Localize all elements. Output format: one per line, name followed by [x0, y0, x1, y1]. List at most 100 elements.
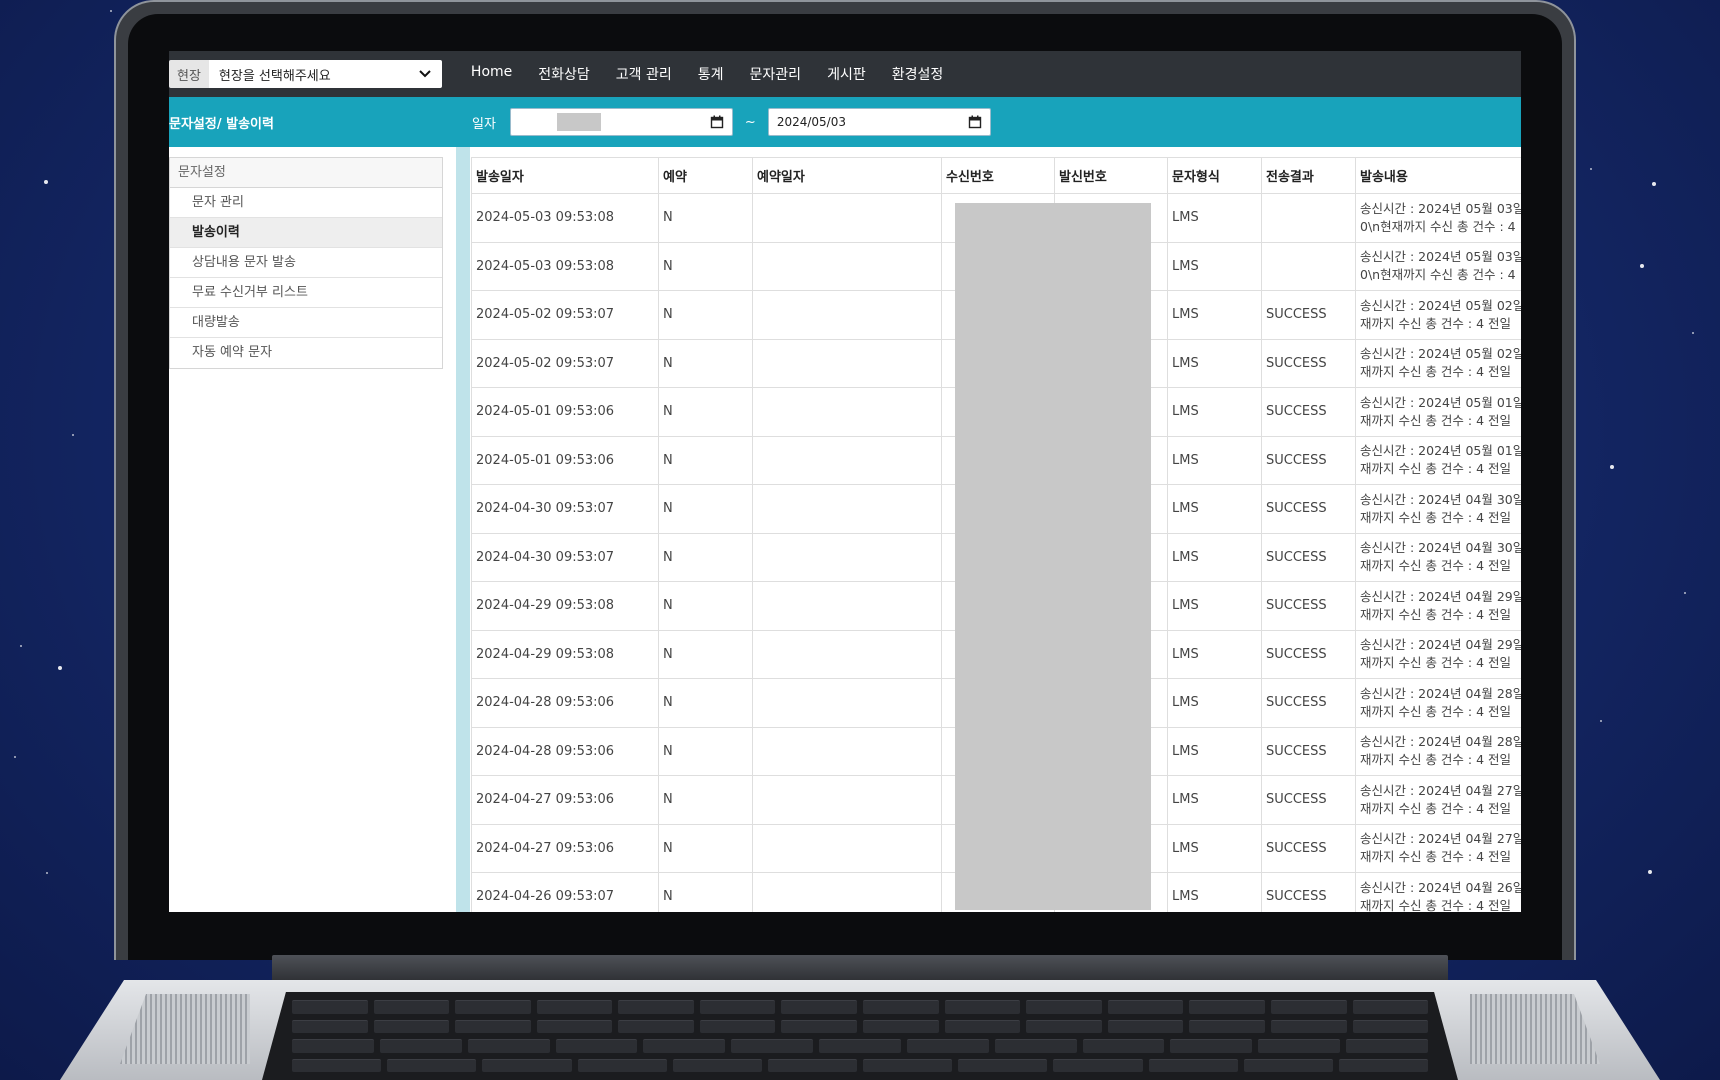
- cell-reserve-date: [752, 338, 942, 388]
- star: [46, 872, 48, 874]
- cell-reserve: N: [658, 484, 753, 534]
- cell-reserve-date: [752, 387, 942, 437]
- nav-board[interactable]: 게시판: [827, 64, 866, 84]
- nav-statistics[interactable]: 통계: [698, 64, 724, 84]
- column-header[interactable]: 발송내용: [1355, 157, 1521, 194]
- cell-send-date: 2024-05-02 09:53:07: [471, 290, 659, 340]
- top-navigation-bar: 현장 현장을 선택해주세요 Home 전화상담 고객 관리 통계 문자관리 게시…: [169, 51, 1521, 97]
- sidebar-item-send-history[interactable]: 발송이력: [170, 218, 442, 248]
- column-header[interactable]: 문자형식: [1167, 157, 1262, 194]
- star: [14, 756, 16, 758]
- sidebar: 문자설정 문자 관리 발송이력 상담내용 문자 발송 무료 수신거부 리스트 대…: [169, 147, 456, 912]
- message-line: 재까지 수신 총 건수 : 4 전일: [1360, 461, 1512, 477]
- cell-send-result: [1261, 193, 1356, 243]
- cell-message-content: 송신시간 : 2024년 04월 28일 재까지 수신 총 건수 : 4 전일: [1355, 678, 1521, 728]
- cell-send-date: 2024-05-03 09:53:08: [471, 193, 659, 243]
- cell-reserve: N: [658, 775, 753, 825]
- message-line: 송신시간 : 2024년 04월 27일: [1360, 782, 1521, 798]
- cell-message-content: 송신시간 : 2024년 05월 03일 0\n현재까지 수신 총 건수 : 4: [1355, 193, 1521, 243]
- cell-message-type: LMS: [1167, 435, 1262, 485]
- nav-sms-management[interactable]: 문자관리: [750, 64, 802, 84]
- cell-reserve: N: [658, 581, 753, 631]
- cell-reserve: N: [658, 387, 753, 437]
- date-to-value: 2024/05/03: [776, 115, 846, 129]
- cell-message-type: LMS: [1167, 338, 1262, 388]
- star: [20, 645, 22, 647]
- redacted-date: [556, 113, 601, 131]
- calendar-icon[interactable]: [968, 115, 982, 129]
- cell-send-date: 2024-05-01 09:53:06: [471, 435, 659, 485]
- star: [1652, 182, 1656, 186]
- filter-bar: 문자설정/ 발송이력 일자 ~ 2024/05/03: [169, 97, 1521, 147]
- panel-divider: [456, 147, 470, 912]
- nav-settings[interactable]: 환경설정: [892, 64, 944, 84]
- message-line: 재까지 수신 총 건수 : 4 전일: [1360, 606, 1512, 622]
- cell-send-result: SUCCESS: [1261, 338, 1356, 388]
- cell-send-date: 2024-04-28 09:53:06: [471, 678, 659, 728]
- message-line: 송신시간 : 2024년 04월 26일: [1360, 879, 1521, 895]
- site-select-value: 현장을 선택해주세요: [218, 68, 331, 84]
- cell-message-type: LMS: [1167, 532, 1262, 582]
- column-header[interactable]: 수신번호: [941, 157, 1055, 194]
- nav-customer-management[interactable]: 고객 관리: [616, 64, 672, 84]
- message-line: 재까지 수신 총 건수 : 4 전일: [1360, 558, 1512, 574]
- column-header[interactable]: 예약일자: [752, 157, 942, 194]
- column-header[interactable]: 예약: [658, 157, 753, 194]
- cell-reserve-date: [752, 775, 942, 825]
- cell-message-content: 송신시간 : 2024년 05월 02일 재까지 수신 총 건수 : 4 전일: [1355, 290, 1521, 340]
- cell-send-result: SUCCESS: [1261, 290, 1356, 340]
- cell-message-type: LMS: [1167, 387, 1262, 437]
- date-from-input[interactable]: [509, 108, 733, 136]
- message-line: 재까지 수신 총 건수 : 4 전일: [1360, 752, 1512, 768]
- sidebar-header: 문자설정: [170, 158, 442, 188]
- cell-message-type: LMS: [1167, 872, 1262, 912]
- cell-reserve: N: [658, 290, 753, 340]
- cell-message-type: LMS: [1167, 678, 1262, 728]
- calendar-icon[interactable]: [710, 115, 724, 129]
- breadcrumb: 문자설정/ 발송이력: [169, 116, 274, 132]
- keyboard: [262, 992, 1458, 1080]
- cell-send-date: 2024-05-03 09:53:08: [471, 241, 659, 291]
- date-to-input[interactable]: 2024/05/03: [767, 108, 991, 136]
- star: [1648, 870, 1652, 874]
- cell-reserve: N: [658, 435, 753, 485]
- star: [110, 10, 112, 12]
- nav-phone-consult[interactable]: 전화상담: [538, 64, 590, 84]
- message-line: 재까지 수신 총 건수 : 4 전일: [1360, 655, 1512, 671]
- cell-send-date: 2024-04-28 09:53:06: [471, 726, 659, 776]
- cell-send-result: SUCCESS: [1261, 581, 1356, 631]
- cell-send-result: SUCCESS: [1261, 678, 1356, 728]
- cell-send-result: SUCCESS: [1261, 387, 1356, 437]
- cell-send-result: SUCCESS: [1261, 775, 1356, 825]
- cell-reserve-date: [752, 581, 942, 631]
- column-header[interactable]: 발신번호: [1054, 157, 1168, 194]
- cell-send-date: 2024-05-02 09:53:07: [471, 338, 659, 388]
- message-line: 송신시간 : 2024년 05월 03일: [1360, 200, 1521, 216]
- cell-send-date: 2024-04-29 09:53:08: [471, 581, 659, 631]
- site-select[interactable]: 현장을 선택해주세요: [208, 60, 442, 88]
- nav-home[interactable]: Home: [471, 64, 512, 84]
- sidebar-item-bulk-send[interactable]: 대량발송: [170, 308, 442, 338]
- sidebar-panel: 문자설정 문자 관리 발송이력 상담내용 문자 발송 무료 수신거부 리스트 대…: [169, 157, 443, 369]
- cell-message-content: 송신시간 : 2024년 05월 03일 0\n현재까지 수신 총 건수 : 4: [1355, 241, 1521, 291]
- cell-message-type: LMS: [1167, 484, 1262, 534]
- message-line: 송신시간 : 2024년 05월 03일: [1360, 249, 1521, 265]
- message-line: 송신시간 : 2024년 04월 27일: [1360, 831, 1521, 847]
- cell-message-content: 송신시간 : 2024년 04월 29일 재까지 수신 총 건수 : 4 전일: [1355, 629, 1521, 679]
- cell-reserve-date: [752, 678, 942, 728]
- column-header[interactable]: 발송일자: [471, 157, 659, 194]
- column-header[interactable]: 전송결과: [1261, 157, 1356, 194]
- sidebar-item-auto-reserve[interactable]: 자동 예약 문자: [170, 338, 442, 368]
- cell-message-content: 송신시간 : 2024년 04월 27일재까지 수신 총 건수 : 4 전일: [1355, 775, 1521, 825]
- cell-reserve-date: [752, 193, 942, 243]
- cell-message-content: 송신시간 : 2024년 05월 01일 재까지 수신 총 건수 : 4 전일: [1355, 387, 1521, 437]
- sidebar-item-sms-management[interactable]: 문자 관리: [170, 188, 442, 218]
- sidebar-item-unsubscribe-list[interactable]: 무료 수신거부 리스트: [170, 278, 442, 308]
- star: [58, 666, 62, 670]
- cell-reserve-date: [752, 726, 942, 776]
- site-label: 현장: [169, 60, 209, 88]
- cell-send-date: 2024-04-26 09:53:07: [471, 872, 659, 912]
- sidebar-item-consult-sms[interactable]: 상담내용 문자 발송: [170, 248, 442, 278]
- cell-message-type: LMS: [1167, 290, 1262, 340]
- message-line: 재까지 수신 총 건수 : 4 전일: [1360, 800, 1512, 816]
